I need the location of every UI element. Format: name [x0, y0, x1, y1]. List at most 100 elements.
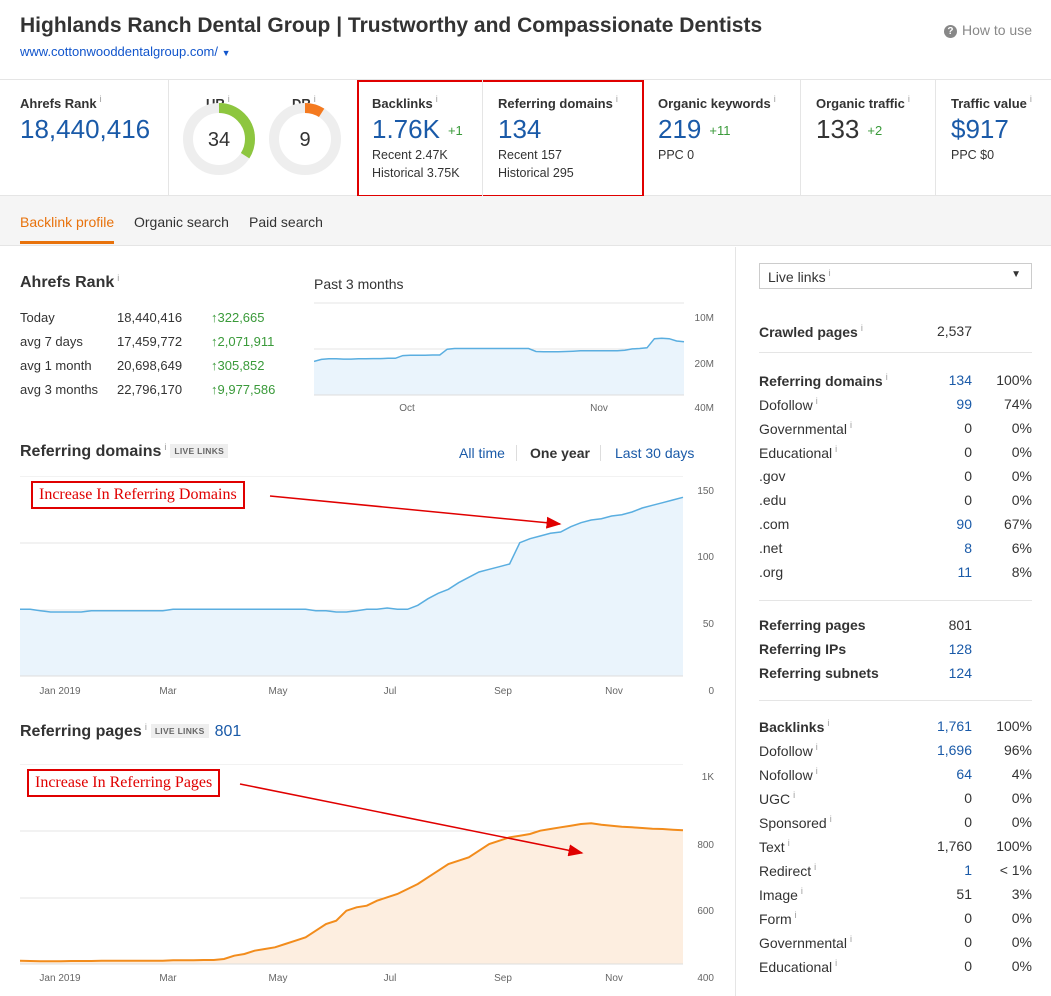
info-icon[interactable]: i — [117, 273, 119, 283]
stat-label: Nofollow i — [759, 766, 818, 783]
stat-label: Referring IPs — [759, 641, 846, 657]
metric-delta: +2 — [867, 123, 883, 138]
stat-value[interactable]: 1,696 — [912, 742, 972, 758]
referring-pages-count[interactable]: 801 — [215, 723, 242, 740]
stat-value[interactable]: 1 — [912, 862, 972, 878]
info-icon[interactable]: i — [861, 323, 863, 333]
stat-label: Referring pages — [759, 617, 866, 633]
x-tick-label: Sep — [494, 973, 512, 984]
stat-label: Referring subnets — [759, 665, 879, 681]
ahrefs-rank-chart[interactable]: 10M 20M 40M Oct Nov — [314, 300, 719, 416]
info-icon[interactable]: i — [835, 444, 837, 454]
stat-label: .gov — [759, 468, 785, 484]
stat-value[interactable]: 1,761 — [912, 718, 972, 734]
range-last-30-days[interactable]: Last 30 days — [615, 445, 694, 461]
info-icon[interactable]: i — [164, 442, 166, 452]
x-tick-label: May — [269, 973, 288, 984]
info-icon[interactable]: i — [886, 372, 888, 382]
info-icon[interactable]: i — [830, 814, 832, 824]
tab-paid-search[interactable]: Paid search — [249, 214, 323, 230]
info-icon[interactable]: i — [100, 94, 102, 104]
range-all-time[interactable]: All time — [459, 445, 505, 461]
metric-backlinks[interactable]: Backlinks i 1.76K +1 Recent 2.47K Historic… — [357, 80, 483, 196]
x-tick-label: Mar — [159, 973, 177, 984]
metric-value[interactable]: $917 — [951, 114, 1009, 145]
divider — [759, 700, 1032, 701]
y-tick-label: 600 — [697, 906, 714, 917]
stat-label-text: Form — [759, 911, 792, 927]
info-icon[interactable]: i — [816, 766, 818, 776]
info-icon[interactable]: i — [616, 94, 618, 104]
info-icon[interactable]: i — [816, 396, 818, 406]
stat-value: 0 — [964, 814, 972, 830]
tab-backlink-profile[interactable]: Backlink profile — [20, 214, 114, 230]
how-to-use-link[interactable]: ? How to use — [943, 22, 1032, 38]
info-icon[interactable]: i — [774, 94, 776, 104]
stat-label: Referring domains i — [759, 372, 888, 389]
stat-label-text: Governmental — [759, 935, 847, 951]
info-icon[interactable]: i — [436, 94, 438, 104]
metric-referring-domains[interactable]: Referring domains i 134 Recent 157 Histor… — [483, 80, 644, 196]
rank-change-value: 305,852 — [217, 358, 265, 373]
stat-percent: 0% — [1011, 934, 1032, 950]
page-title: Highlands Ranch Dental Group | Trustwort… — [20, 14, 763, 37]
tab-organic-search[interactable]: Organic search — [134, 214, 229, 230]
live-links-select[interactable]: Live links i ▼ — [759, 263, 1032, 289]
info-icon[interactable]: i — [850, 420, 852, 430]
rank-row-change: ↑9,977,586 — [211, 382, 275, 397]
stat-value[interactable]: 99 — [912, 396, 972, 412]
how-to-use-label[interactable]: How to use — [962, 22, 1032, 38]
stat-value[interactable]: 64 — [912, 766, 972, 782]
info-icon[interactable]: i — [835, 958, 837, 968]
referring-pages-chart[interactable]: 1K 800 600 400 Jan 2019 Mar May Jul Sep Nov — [20, 764, 720, 988]
info-icon[interactable]: i — [793, 790, 795, 800]
info-icon[interactable]: i — [814, 862, 816, 872]
info-icon[interactable]: i — [908, 94, 910, 104]
x-tick-label: Nov — [590, 403, 608, 414]
metric-value[interactable]: 1.76K — [372, 114, 440, 144]
stat-value[interactable]: 90 — [912, 516, 972, 532]
chevron-down-icon[interactable]: ▼ — [222, 48, 231, 58]
x-tick-label: Jul — [384, 973, 397, 984]
info-icon[interactable]: i — [827, 718, 829, 728]
info-icon[interactable]: i — [145, 722, 147, 732]
stat-label: Backlinks i — [759, 718, 829, 735]
site-url-dropdown[interactable]: www.cottonwooddentalgroup.com/ ▼ — [20, 44, 231, 59]
stat-value[interactable]: 128 — [912, 641, 972, 657]
info-icon[interactable]: i — [829, 268, 831, 278]
stat-value[interactable]: 124 — [912, 665, 972, 681]
range-one-year[interactable]: One year — [530, 445, 590, 461]
stat-value[interactable]: 11 — [912, 564, 972, 580]
stat-value: 1,760 — [936, 838, 972, 854]
info-icon[interactable]: i — [795, 910, 797, 920]
y-tick-label: 50 — [703, 619, 715, 630]
rank-row-label: avg 3 months — [20, 382, 99, 397]
stat-value[interactable]: 8 — [912, 540, 972, 556]
x-tick-label: Oct — [399, 403, 415, 414]
site-url[interactable]: www.cottonwooddentalgroup.com/ — [20, 44, 218, 59]
referring-domains-chart[interactable]: 150 100 50 0 Jan 2019 Mar May Jul Sep Nov — [20, 476, 720, 700]
metric-value[interactable]: 133 — [816, 114, 859, 144]
range-divider — [600, 445, 601, 461]
metric-organic-keywords[interactable]: Organic keywords i 219 +11 PPC 0 — [644, 80, 801, 196]
metric-organic-traffic[interactable]: Organic traffic i 133 +2 — [801, 80, 936, 196]
annotation-referring-pages: Increase In Referring Pages — [27, 769, 221, 797]
metric-recent: Recent 157 — [498, 148, 562, 162]
metric-value[interactable]: 134 — [498, 114, 541, 145]
select-value[interactable]: Live links — [768, 269, 826, 285]
metric-value[interactable]: 219 — [658, 114, 701, 144]
x-tick-label: Jul — [384, 686, 397, 697]
x-tick-label: Jan 2019 — [39, 686, 81, 697]
info-icon[interactable]: i — [1030, 94, 1032, 104]
info-icon[interactable]: i — [850, 934, 852, 944]
chevron-down-icon[interactable]: ▼ — [1011, 269, 1021, 280]
metric-label: Backlinks — [372, 96, 433, 111]
series-area — [20, 823, 683, 964]
metric-ppc: PPC $0 — [951, 148, 995, 162]
metric-label: Organic traffic — [816, 96, 905, 111]
metric-traffic-value[interactable]: Traffic value i $917 PPC $0 — [936, 80, 1051, 196]
info-icon[interactable]: i — [801, 886, 803, 896]
info-icon[interactable]: i — [788, 838, 790, 848]
stat-value[interactable]: 134 — [912, 372, 972, 388]
info-icon[interactable]: i — [816, 742, 818, 752]
